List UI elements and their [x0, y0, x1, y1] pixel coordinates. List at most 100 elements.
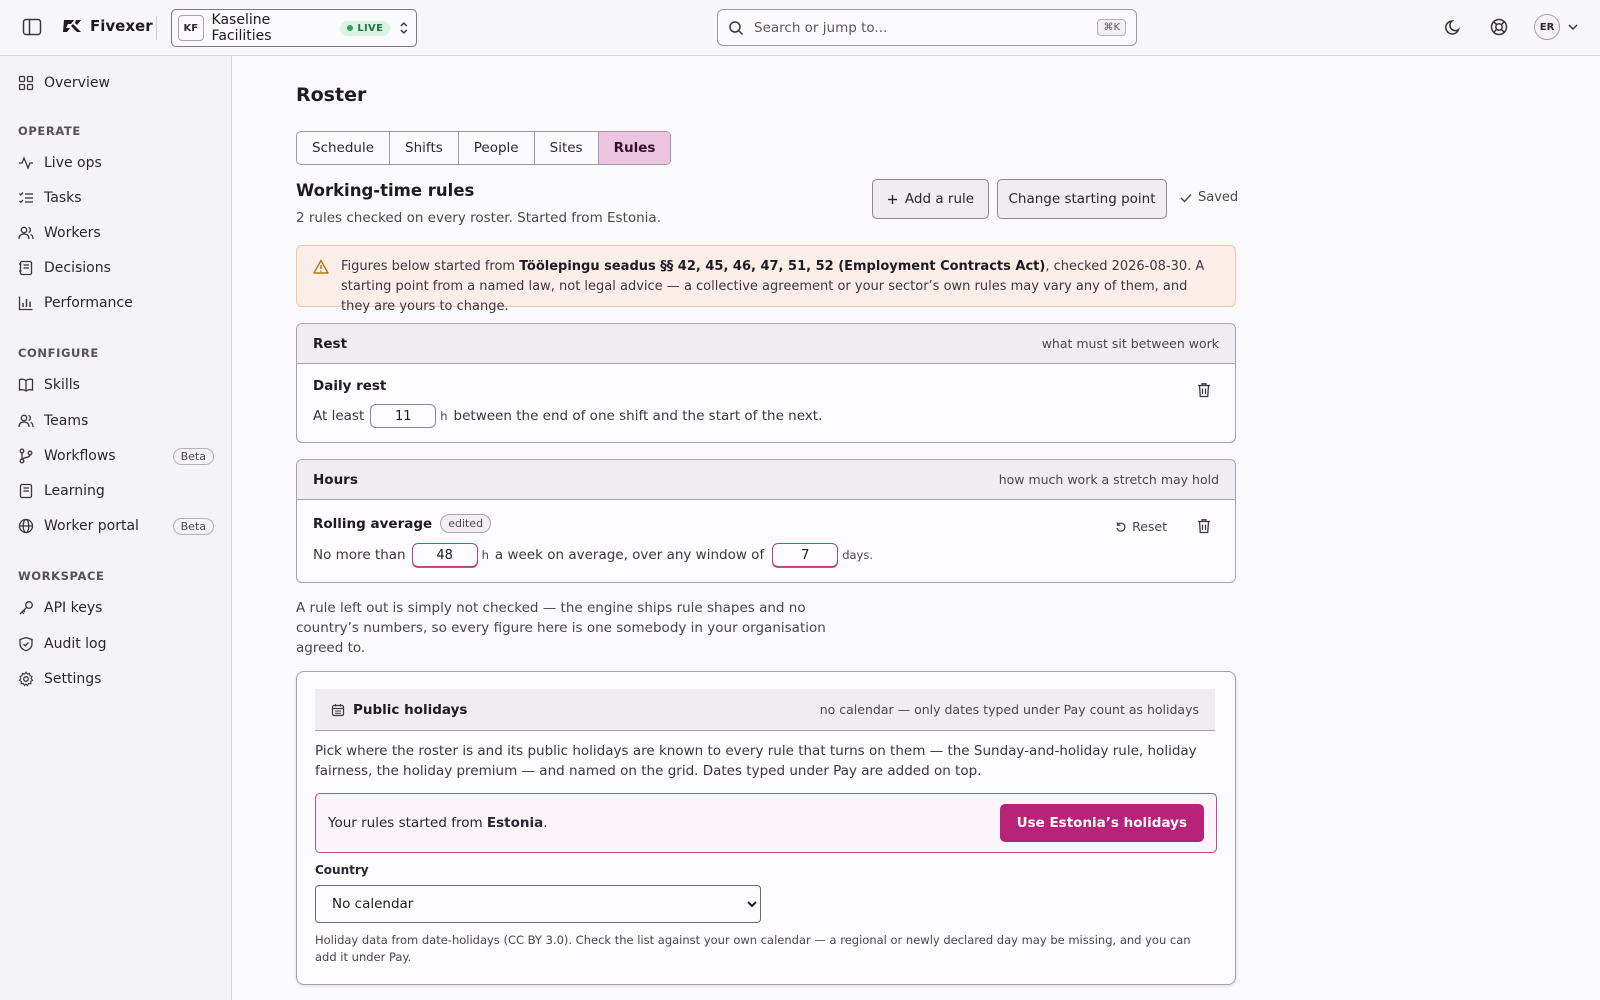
sidebar-item-overview[interactable]: Overview [10, 68, 222, 98]
sidebar-item-teams[interactable]: Teams [10, 406, 222, 436]
list-check-icon [19, 192, 33, 204]
rest-rule-group: Rest what must sit between work Daily re… [296, 323, 1236, 443]
hours-group-hint: how much work a stretch may hold [998, 472, 1219, 487]
reset-icon [1116, 521, 1126, 532]
sidebar-item-label: Tasks [44, 190, 82, 206]
daily-rest-rule: Daily rest At least h between the end of… [297, 364, 1235, 442]
gear-icon [18, 671, 34, 687]
saved-label: Saved [1198, 190, 1239, 205]
rule-name-label: Daily rest [313, 378, 387, 394]
sidebar-item-api-keys[interactable]: API keys [10, 593, 222, 623]
key-icon [19, 601, 33, 615]
holidays-title: Public holidays [353, 701, 468, 718]
start-suffix: . [543, 815, 548, 831]
page-title: Roster [296, 84, 367, 106]
chevron-up-down-icon [400, 22, 408, 34]
user-menu[interactable]: ER [1534, 14, 1578, 40]
sidebar-item-label: Worker portal [44, 518, 139, 534]
moon-icon[interactable] [1443, 16, 1465, 38]
sidebar-item-tasks[interactable]: Tasks [10, 183, 222, 213]
tab-schedule[interactable]: Schedule [297, 132, 391, 164]
warning-icon [313, 259, 329, 274]
holidays-footer: Holiday data from date-holidays (CC BY 3… [315, 933, 1191, 964]
rolling-average-rule: Rolling average edited No more than h a … [297, 500, 1235, 581]
tab-sites[interactable]: Sites [535, 132, 599, 164]
sidebar-item-workflows[interactable]: Workflows Beta [10, 441, 222, 471]
tab-shifts[interactable]: Shifts [390, 132, 459, 164]
sidebar-item-audit-log[interactable]: Audit log [10, 629, 222, 659]
tab-people[interactable]: People [459, 132, 535, 164]
activity-icon [19, 156, 33, 170]
rolling-average-name: Rolling average edited [313, 514, 1219, 533]
add-rule-label: Add a rule [904, 191, 975, 207]
add-rule-button[interactable]: Add a rule [872, 179, 989, 219]
sidebar-item-workers[interactable]: Workers [10, 218, 222, 248]
users-icon [18, 226, 34, 240]
user-avatar: ER [1534, 14, 1560, 40]
sidebar-item-decisions[interactable]: Decisions [10, 253, 222, 283]
plus-icon [887, 194, 897, 204]
workspace-name: Kaseline Facilities [211, 12, 272, 44]
delete-daily-rest-trash-icon[interactable] [1195, 381, 1213, 399]
sidebar-item-label: Settings [44, 671, 102, 687]
country-label: Country [315, 863, 369, 877]
starting-country-text: Your rules started from Estonia. [328, 815, 548, 831]
daily-rest-name: Daily rest [313, 378, 1219, 394]
rolling-average-prefix: No more than [313, 547, 406, 563]
search-input[interactable] [754, 19, 1088, 36]
public-holidays-card: Public holidays no calendar — only dates… [296, 671, 1236, 985]
start-prefix: Your rules started from [328, 815, 487, 831]
sidebar-item-label: Overview [44, 75, 110, 91]
sidebar-item-performance[interactable]: Performance [10, 288, 222, 318]
daily-rest-suffix: between the end of one shift and the sta… [453, 408, 823, 424]
search-box[interactable]: ⌘K [717, 9, 1137, 46]
notice-text: Figures below started from Töölepingu se… [341, 257, 1219, 314]
country-select[interactable]: No calendar [315, 885, 761, 923]
brand-name: Fivexer [90, 17, 153, 35]
weekly-hours-unit: h [481, 548, 489, 562]
weekly-hours-input[interactable] [411, 543, 478, 567]
daily-rest-line: At least h between the end of one shift … [313, 404, 1219, 428]
grid-icon [18, 75, 34, 91]
reset-rolling-average-button[interactable]: Reset [1115, 519, 1167, 534]
top-divider [156, 16, 157, 40]
rest-group-hint: what must sit between work [1041, 336, 1219, 351]
shield-icon [19, 636, 33, 652]
notebook-icon [19, 483, 33, 499]
sidebar-item-skills[interactable]: Skills [10, 370, 222, 400]
brand[interactable]: Fivexer [62, 16, 153, 36]
change-starting-point-button[interactable]: Change starting point [997, 179, 1167, 219]
bar-chart-icon [18, 296, 33, 311]
rule-name-label: Rolling average [313, 515, 433, 532]
workspace-switcher[interactable]: KF Kaseline Facilities LIVE [171, 9, 417, 47]
hours-group-header: Hours how much work a stretch may hold [297, 460, 1235, 500]
holidays-hint: no calendar — only dates typed under Pay… [819, 702, 1199, 717]
beta-badge: Beta [172, 447, 214, 465]
top-bar: Fivexer KF Kaseline Facilities LIVE ⌘K [0, 0, 1600, 56]
hours-rule-group: Hours how much work a stretch may hold R… [296, 459, 1236, 583]
sidebar-item-settings[interactable]: Settings [10, 664, 222, 694]
book-open-icon [18, 378, 34, 392]
live-badge: LIVE [340, 20, 391, 36]
sidebar-section-configure: CONFIGURE [18, 346, 99, 360]
sidebar-item-label: Workers [44, 225, 101, 241]
change-starting-point-label: Change starting point [1008, 191, 1156, 207]
sidebar-item-worker-portal[interactable]: Worker portal Beta [10, 511, 222, 541]
sidebar-toggle-icon[interactable] [22, 18, 42, 36]
help-lifebuoy-icon[interactable] [1488, 16, 1510, 38]
law-notice: Figures below started from Töölepingu se… [296, 245, 1236, 314]
sidebar-item-learning[interactable]: Learning [10, 476, 222, 506]
daily-rest-hours-input[interactable] [370, 404, 437, 428]
use-country-holidays-button[interactable]: Use Estonia’s holidays [999, 804, 1204, 842]
rolling-average-line: No more than h a week on average, over a… [313, 543, 1219, 567]
window-days-input[interactable] [772, 543, 839, 567]
sidebar-section-workspace: WORKSPACE [18, 569, 105, 583]
tab-rules[interactable]: Rules [598, 132, 671, 164]
delete-rolling-average-trash-icon[interactable] [1195, 517, 1213, 535]
notice-prefix: Figures below started from [341, 259, 520, 274]
rolling-average-middle: a week on average, over any window of [494, 547, 765, 563]
edited-badge: edited [440, 514, 492, 533]
saved-status: Saved [1180, 190, 1238, 205]
sidebar-item-live-ops[interactable]: Live ops [10, 148, 222, 178]
sidebar-item-label: Skills [44, 377, 80, 393]
